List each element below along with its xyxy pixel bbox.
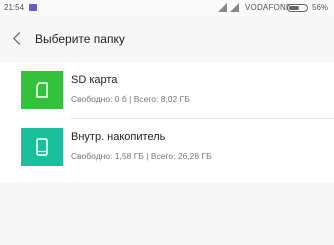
signal-icon	[218, 3, 227, 12]
signal-icon-2	[230, 3, 239, 12]
status-time: 21:54	[4, 3, 25, 12]
storage-details: Свободно: 0 б | Всего: 8,02 ГБ	[71, 94, 190, 104]
storage-total: Всего: 8,02 ГБ	[133, 94, 190, 104]
storage-item-internal[interactable]: Внутр. накопитель Свободно: 1,58 ГБ | Вс…	[0, 119, 334, 175]
storage-free: Свободно: 0 б	[71, 94, 127, 104]
storage-free: Свободно: 1,58 ГБ	[71, 151, 144, 161]
battery-percent: 56%	[312, 3, 329, 12]
notification-icon	[29, 4, 37, 11]
carrier-name: VODAFONE	[245, 3, 292, 12]
sd-card-tile	[21, 71, 63, 109]
back-arrow-icon[interactable]	[12, 31, 24, 47]
sd-card-icon	[36, 82, 48, 98]
page-title: Выберите папку	[35, 32, 125, 46]
storage-list: SD карта Свободно: 0 б | Всего: 8,02 ГБ …	[0, 62, 334, 182]
storage-total: Всего: 26,28 ГБ	[150, 151, 212, 161]
app-header: Выберите папку	[0, 16, 334, 62]
storage-separator: |	[143, 151, 151, 161]
phone-icon	[36, 138, 48, 156]
internal-storage-tile	[21, 128, 63, 166]
storage-name: Внутр. накопитель	[71, 131, 166, 143]
storage-item-sd-card[interactable]: SD карта Свободно: 0 б | Всего: 8,02 ГБ	[0, 62, 334, 119]
storage-separator: |	[126, 94, 134, 104]
storage-details: Свободно: 1,58 ГБ | Всего: 26,28 ГБ	[71, 151, 212, 161]
status-bar: 21:54 VODAFONE 56%	[0, 0, 334, 16]
battery-icon	[287, 4, 308, 12]
storage-name: SD карта	[71, 74, 118, 86]
